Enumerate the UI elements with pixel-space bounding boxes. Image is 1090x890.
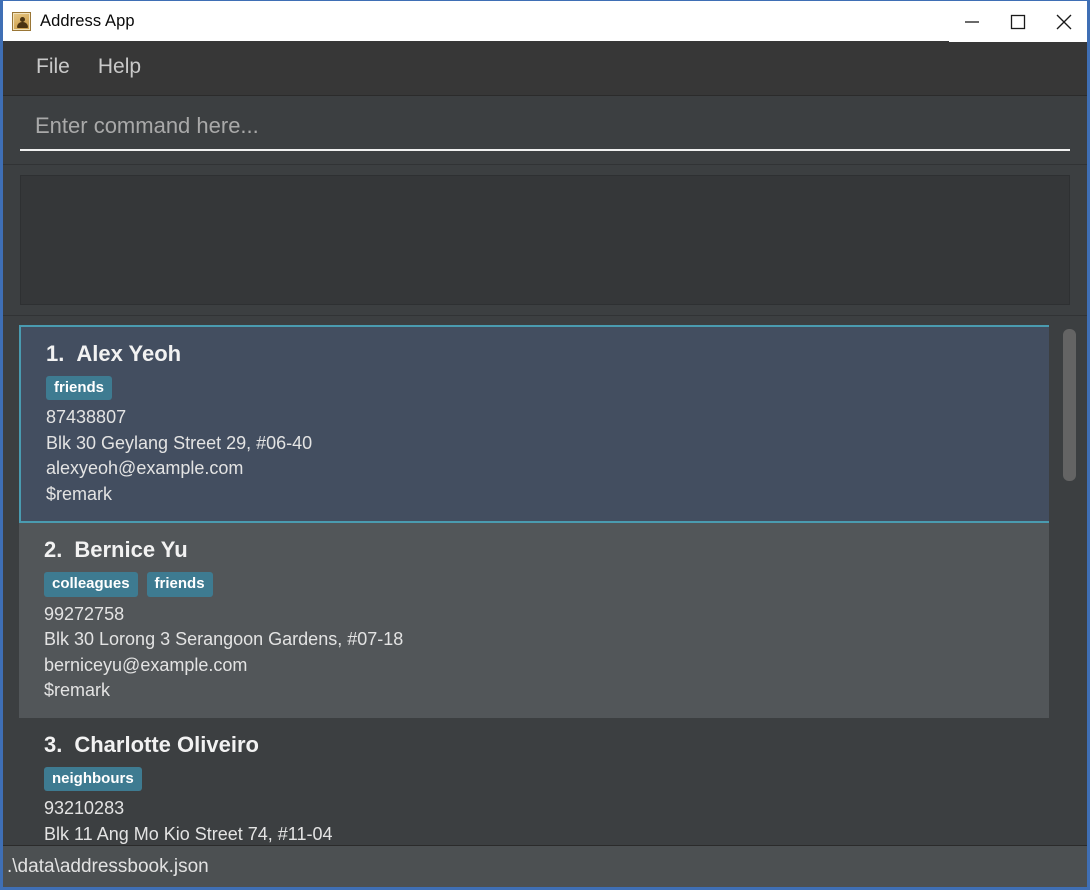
minimize-button[interactable] bbox=[949, 1, 995, 42]
close-button[interactable] bbox=[1041, 1, 1087, 42]
person-card-header: 3. Charlotte Oliveiro bbox=[44, 732, 1049, 758]
person-card-header: 1. Alex Yeoh bbox=[46, 341, 1049, 367]
tag-badge: neighbours bbox=[44, 767, 142, 791]
person-card[interactable]: 2. Bernice Yu colleagues friends 9927275… bbox=[19, 523, 1049, 717]
tag-badge: friends bbox=[147, 572, 213, 596]
person-address: Blk 11 Ang Mo Kio Street 74, #11-04 bbox=[44, 822, 1049, 845]
scrollbar-thumb[interactable] bbox=[1063, 329, 1076, 481]
address-book-icon bbox=[12, 12, 31, 31]
status-bar: .\data\addressbook.json bbox=[3, 845, 1087, 887]
person-phone: 87438807 bbox=[46, 405, 1049, 431]
tag-badge: colleagues bbox=[44, 572, 138, 596]
person-card[interactable]: 1. Alex Yeoh friends 87438807 Blk 30 Gey… bbox=[19, 325, 1049, 523]
person-address: Blk 30 Geylang Street 29, #06-40 bbox=[46, 431, 1049, 457]
person-card-header: 2. Bernice Yu bbox=[44, 537, 1049, 563]
person-list-panel: 1. Alex Yeoh friends 87438807 Blk 30 Gey… bbox=[3, 316, 1087, 845]
window-controls bbox=[949, 1, 1087, 42]
app-window: Address App File Help bbox=[0, 0, 1090, 890]
result-display-box bbox=[20, 175, 1070, 305]
minimize-icon bbox=[963, 16, 981, 28]
command-input[interactable] bbox=[20, 109, 1070, 151]
person-list-viewport[interactable]: 1. Alex Yeoh friends 87438807 Blk 30 Gey… bbox=[19, 325, 1049, 845]
person-email: alexyeoh@example.com bbox=[46, 456, 1049, 482]
result-display-area bbox=[3, 164, 1087, 316]
person-address: Blk 30 Lorong 3 Serangoon Gardens, #07-1… bbox=[44, 627, 1049, 653]
person-tags: neighbours bbox=[44, 767, 1049, 791]
person-remark: $remark bbox=[44, 678, 1049, 704]
person-email: berniceyu@example.com bbox=[44, 653, 1049, 679]
maximize-icon bbox=[1010, 14, 1026, 30]
title-bar-left: Address App bbox=[3, 12, 135, 31]
save-location-status: .\data\addressbook.json bbox=[7, 856, 209, 878]
person-name: Alex Yeoh bbox=[76, 341, 181, 367]
person-index: 3. bbox=[44, 732, 62, 758]
maximize-button[interactable] bbox=[995, 1, 1041, 42]
menu-bar: File Help bbox=[3, 41, 1087, 96]
menu-item-file[interactable]: File bbox=[22, 51, 84, 85]
person-index: 2. bbox=[44, 537, 62, 563]
window-title: Address App bbox=[40, 12, 135, 31]
person-phone: 99272758 bbox=[44, 602, 1049, 628]
menu-item-help[interactable]: Help bbox=[84, 51, 155, 85]
person-name: Charlotte Oliveiro bbox=[74, 732, 259, 758]
person-name: Bernice Yu bbox=[74, 537, 187, 563]
person-tags: friends bbox=[46, 376, 1049, 400]
command-box bbox=[3, 96, 1087, 164]
person-remark: $remark bbox=[46, 482, 1049, 508]
title-bar[interactable]: Address App bbox=[3, 0, 1087, 41]
person-phone: 93210283 bbox=[44, 796, 1049, 822]
person-card[interactable]: 3. Charlotte Oliveiro neighbours 9321028… bbox=[19, 718, 1049, 845]
person-index: 1. bbox=[46, 341, 64, 367]
person-tags: colleagues friends bbox=[44, 572, 1049, 596]
person-list-scrollbar[interactable] bbox=[1061, 325, 1078, 845]
tag-badge: friends bbox=[46, 376, 112, 400]
close-icon bbox=[1055, 13, 1073, 31]
